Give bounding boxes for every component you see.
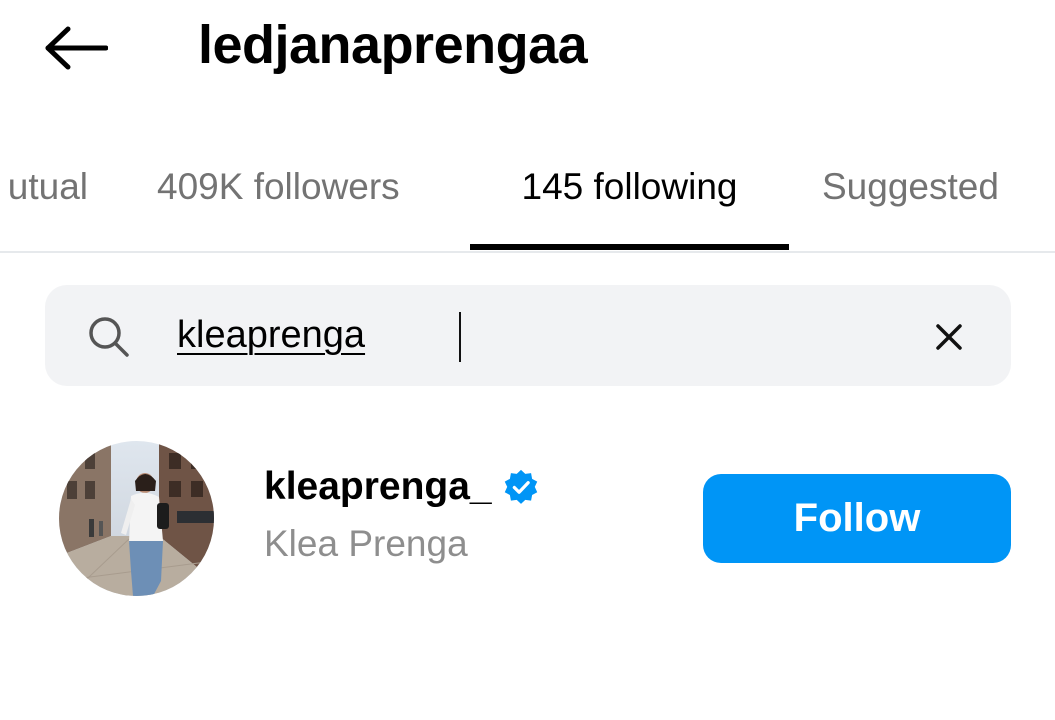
search-icon bbox=[89, 317, 129, 357]
search-input[interactable] bbox=[177, 307, 877, 363]
arrow-left-icon bbox=[45, 26, 108, 70]
tab-followers[interactable]: 409K followers bbox=[157, 162, 400, 236]
follow-button[interactable]: Follow bbox=[703, 474, 1011, 563]
back-button[interactable] bbox=[38, 18, 118, 78]
tabs-divider bbox=[0, 251, 1055, 253]
active-tab-indicator bbox=[470, 244, 789, 250]
top-bar: ledjanaprengaa bbox=[0, 0, 1055, 100]
username-link[interactable]: kleaprenga_ bbox=[264, 461, 540, 513]
tab-following[interactable]: 145 following bbox=[470, 162, 789, 236]
avatar[interactable] bbox=[59, 441, 214, 596]
tab-mutual-label: utual bbox=[7, 166, 88, 207]
tab-mutual[interactable]: utual bbox=[0, 162, 108, 236]
text-caret bbox=[459, 312, 461, 362]
verified-badge-icon bbox=[504, 469, 538, 504]
list-item[interactable]: kleaprenga_ Klea Prenga Follow bbox=[0, 425, 1055, 615]
clear-search-button[interactable] bbox=[925, 313, 973, 361]
page-title: ledjanaprengaa bbox=[198, 15, 588, 75]
tab-bar: utual 409K followers 145 following Sugge… bbox=[0, 150, 1055, 250]
username: kleaprenga_ bbox=[264, 465, 492, 508]
full-name: Klea Prenga bbox=[264, 523, 468, 564]
close-icon bbox=[936, 324, 962, 350]
tab-suggested[interactable]: Suggested bbox=[822, 162, 999, 236]
search-bar[interactable] bbox=[45, 285, 1011, 386]
